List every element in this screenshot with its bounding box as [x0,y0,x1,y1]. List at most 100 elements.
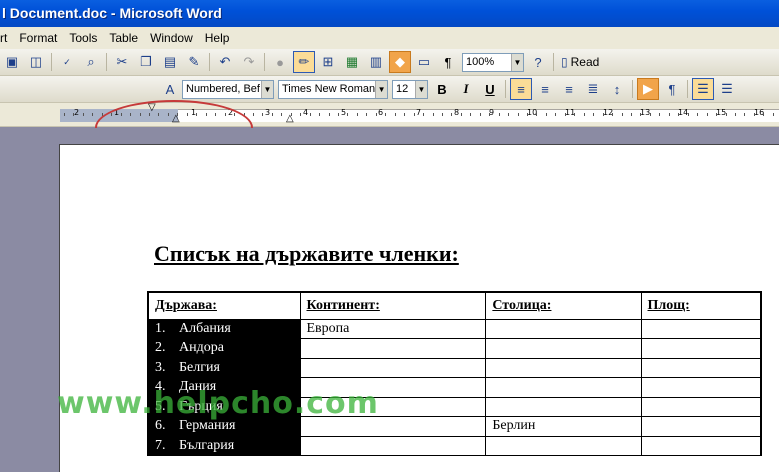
styles-icon[interactable]: A [161,78,179,100]
insert-table-icon[interactable]: ⊞ [317,51,339,73]
format-painter-icon[interactable]: ✎ [183,51,205,73]
italic-button[interactable]: I [455,78,477,100]
document-heading[interactable]: Списък на държавите членки: [154,241,459,267]
columns-icon[interactable]: ▥ [365,51,387,73]
align-left-icon[interactable]: ≡ [510,78,532,100]
help-icon[interactable]: ? [527,51,549,73]
menu-tools[interactable]: Tools [63,27,103,49]
chevron-down-icon[interactable]: ▼ [415,80,427,98]
read-button[interactable]: ▯ Read [557,55,603,69]
save-icon[interactable]: ▣ [1,51,23,73]
list-number: 2. [155,340,166,356]
countries-table[interactable]: Държава: Континент: Столица: Площ: 1. Алб… [147,291,762,456]
ltr-icon[interactable]: ▶ [637,78,659,100]
ruler-tick [612,113,613,116]
capital-cell[interactable] [485,396,642,417]
print-preview-icon[interactable]: ◫ [25,51,47,73]
chevron-down-icon[interactable]: ▼ [261,80,273,98]
ruler-tick [744,113,745,116]
country-cell[interactable]: 1. Албания [147,318,301,339]
copy-icon[interactable]: ❐ [135,51,157,73]
line-spacing-icon[interactable]: ↕ [606,78,628,100]
ruler-tick [518,113,519,116]
menu-format[interactable]: Format [13,27,63,49]
underline-button[interactable]: U [479,78,501,100]
toolbar-separator [106,53,107,71]
show-hide-icon[interactable]: ¶ [437,51,459,73]
area-cell[interactable] [640,416,762,437]
toolbar-separator [632,80,633,98]
menu-help[interactable]: Help [199,27,236,49]
continent-cell[interactable] [299,357,487,378]
cut-icon[interactable]: ✂ [111,51,133,73]
ruler-tick [357,113,358,116]
header-continent[interactable]: Континент: [299,291,487,320]
capital-cell[interactable] [485,377,642,398]
menu-window[interactable]: Window [144,27,199,49]
country-cell[interactable]: 3. Белгия [147,357,301,378]
title-bar[interactable]: l Document.doc - Microsoft Word [0,0,779,27]
table-row: 2. Андора [147,338,762,359]
drawing-icon[interactable]: ◆ [389,51,411,73]
chevron-down-icon[interactable]: ▼ [511,53,523,71]
table-row: 3. Белгия [147,357,762,378]
ruler-tick [622,113,623,116]
spelling-icon[interactable]: ✓ [56,51,78,73]
header-country[interactable]: Държава: [147,291,301,320]
capital-cell[interactable] [485,435,642,456]
ruler-tick [565,113,566,116]
country-cell[interactable]: 7. България [147,435,301,456]
document-map-icon[interactable]: ▭ [413,51,435,73]
insert-hyperlink-icon[interactable]: ● [269,51,291,73]
style-select[interactable]: Numbered, Bef ▼ [182,79,274,99]
table-header-row: Държава: Континент: Столица: Площ: [147,291,762,320]
tab-stop-marker[interactable]: △ [286,114,294,124]
bullets-icon[interactable]: ☰ [716,78,738,100]
ruler-tick [659,113,660,116]
area-cell[interactable] [640,338,762,359]
country-cell[interactable]: 2. Андора [147,338,301,359]
menu-table[interactable]: Table [103,27,144,49]
toolbar-separator [687,80,688,98]
bold-button[interactable]: B [431,78,453,100]
undo-icon[interactable]: ↶ [214,51,236,73]
numbering-icon[interactable]: ☰ [692,78,714,100]
align-center-icon[interactable]: ≡ [534,78,556,100]
font-select[interactable]: Times New Roman ▼ [278,79,388,99]
font-size-select[interactable]: 12 ▼ [392,79,428,99]
chevron-down-icon[interactable]: ▼ [375,80,387,98]
continent-cell[interactable]: Европа [299,318,487,339]
area-cell[interactable] [640,318,762,339]
ruler-tick [92,113,93,116]
ruler-tick [366,113,367,116]
research-icon[interactable]: ⌕ [80,51,102,73]
ruler-number: 3 [265,108,271,117]
tables-borders-icon[interactable]: ✏ [293,51,315,73]
ruler-tick [253,113,254,116]
header-area[interactable]: Площ: [640,291,762,320]
capital-cell[interactable] [485,338,642,359]
zoom-select[interactable]: 100% ▼ [462,52,524,72]
rtl-icon[interactable]: ¶ [661,78,683,100]
justify-icon[interactable]: ≣ [582,78,604,100]
area-cell[interactable] [640,377,762,398]
ruler-tick [754,113,755,116]
continent-cell[interactable] [299,338,487,359]
align-right-icon[interactable]: ≡ [558,78,580,100]
header-capital[interactable]: Столица: [485,291,642,320]
area-cell[interactable] [640,435,762,456]
area-cell[interactable] [640,357,762,378]
redo-icon[interactable]: ↷ [238,51,260,73]
capital-cell[interactable]: Берлин [485,416,642,437]
capital-cell[interactable] [485,318,642,339]
ruler-tick [319,113,320,116]
continent-cell[interactable] [299,435,487,456]
table-row: 7. България [147,435,762,456]
capital-cell[interactable] [485,357,642,378]
paste-icon[interactable]: ▤ [159,51,181,73]
menu-insert[interactable]: rt [0,27,13,49]
area-cell[interactable] [640,396,762,417]
ruler-tick [584,113,585,116]
insert-excel-icon[interactable]: ▦ [341,51,363,73]
site-watermark: www.helpcho.com [57,386,379,421]
